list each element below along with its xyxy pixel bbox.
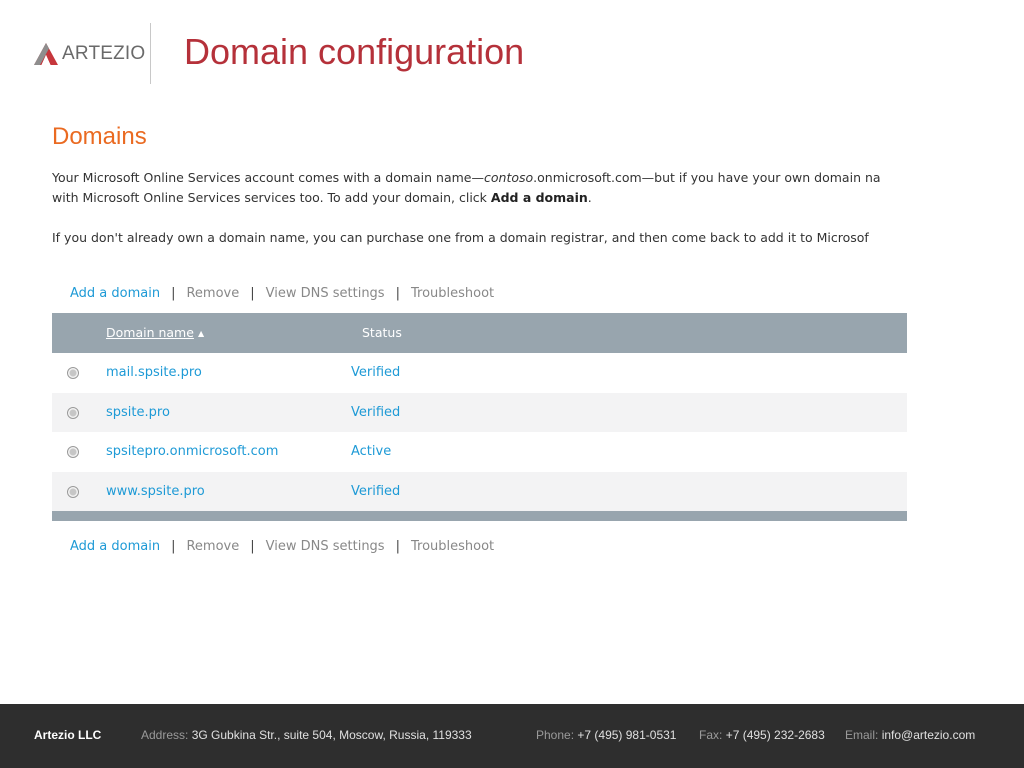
domain-link[interactable]: mail.spsite.pro [106,365,202,380]
section-title: Domains [52,123,147,150]
remove-link[interactable]: Remove [186,539,239,554]
footer-company: Artezio LLC [34,728,102,742]
troubleshoot-link[interactable]: Troubleshoot [411,286,494,301]
status-value: Verified [351,404,401,420]
registrar-paragraph: If you don't already own a domain name, … [52,230,869,245]
table-row[interactable]: spsitepro.onmicrosoft.com Active [52,432,907,472]
view-dns-settings-link[interactable]: View DNS settings [266,539,385,554]
header-divider [150,23,151,84]
troubleshoot-link[interactable]: Troubleshoot [411,539,494,554]
domain-link[interactable]: spsite.pro [106,405,170,420]
table-row[interactable]: mail.spsite.pro Verified [52,353,907,393]
footer-fax: Fax: +7 (495) 232-2683 [699,728,825,742]
action-bar-top: Add a domain | Remove | View DNS setting… [70,283,494,303]
table-header: Domain name ▲ Status [52,313,907,353]
logo-text: ARTEZIO [62,43,146,64]
page-title: Domain configuration [184,31,525,72]
footer-phone: Phone: +7 (495) 981-0531 [536,728,677,742]
main-content: Domains Your Microsoft Online Services a… [52,120,927,248]
artezio-logo: ARTEZIO [34,42,145,66]
table-footer-bar [52,511,907,521]
action-bar-bottom: Add a domain | Remove | View DNS setting… [70,536,494,556]
separator: | [171,285,176,301]
contoso-italic: contoso [484,170,534,185]
footer-address: Address: 3G Gubkina Str., suite 504, Mos… [141,728,472,742]
intro-line-1: Your Microsoft Online Services account c… [52,170,881,185]
table-row[interactable]: spsite.pro Verified [52,392,907,432]
add-domain-link[interactable]: Add a domain [70,286,160,301]
separator: | [395,285,400,301]
sort-ascending-icon: ▲ [197,329,205,338]
separator: | [250,285,255,301]
row-radio-button[interactable] [67,367,79,379]
slide-header: ARTEZIO Domain configuration [0,0,1024,100]
view-dns-settings-link[interactable]: View DNS settings [266,286,385,301]
intro-line-2: with Microsoft Online Services services … [52,190,592,205]
status-value: Verified [351,365,401,380]
add-domain-link[interactable]: Add a domain [70,539,160,554]
domain-name-column-header[interactable]: Domain name ▲ [106,325,204,340]
row-radio-button[interactable] [67,406,79,419]
status-value: Active [351,444,392,459]
remove-link[interactable]: Remove [186,286,239,301]
add-domain-emphasis: Add a domain [490,190,588,205]
footer-email: Email: info@artezio.com [845,728,976,742]
separator: | [171,538,176,554]
separator: | [395,538,400,554]
domain-link[interactable]: www.spsite.pro [106,484,205,499]
table-row[interactable]: www.spsite.pro Verified [52,471,907,511]
intro-paragraph: Your Microsoft Online Services account c… [52,168,927,208]
row-radio-button[interactable] [67,446,79,458]
status-column-header: Status [362,325,402,340]
artezio-logo-icon [34,43,58,65]
row-radio-button[interactable] [67,485,79,498]
domain-link[interactable]: spsitepro.onmicrosoft.com [106,444,278,459]
domains-table: Domain name ▲ Status mail.spsite.pro Veri… [52,313,907,521]
separator: | [250,538,255,554]
status-value: Verified [351,483,401,499]
slide-footer: Artezio LLC Address: 3G Gubkina Str., su… [0,704,1024,768]
